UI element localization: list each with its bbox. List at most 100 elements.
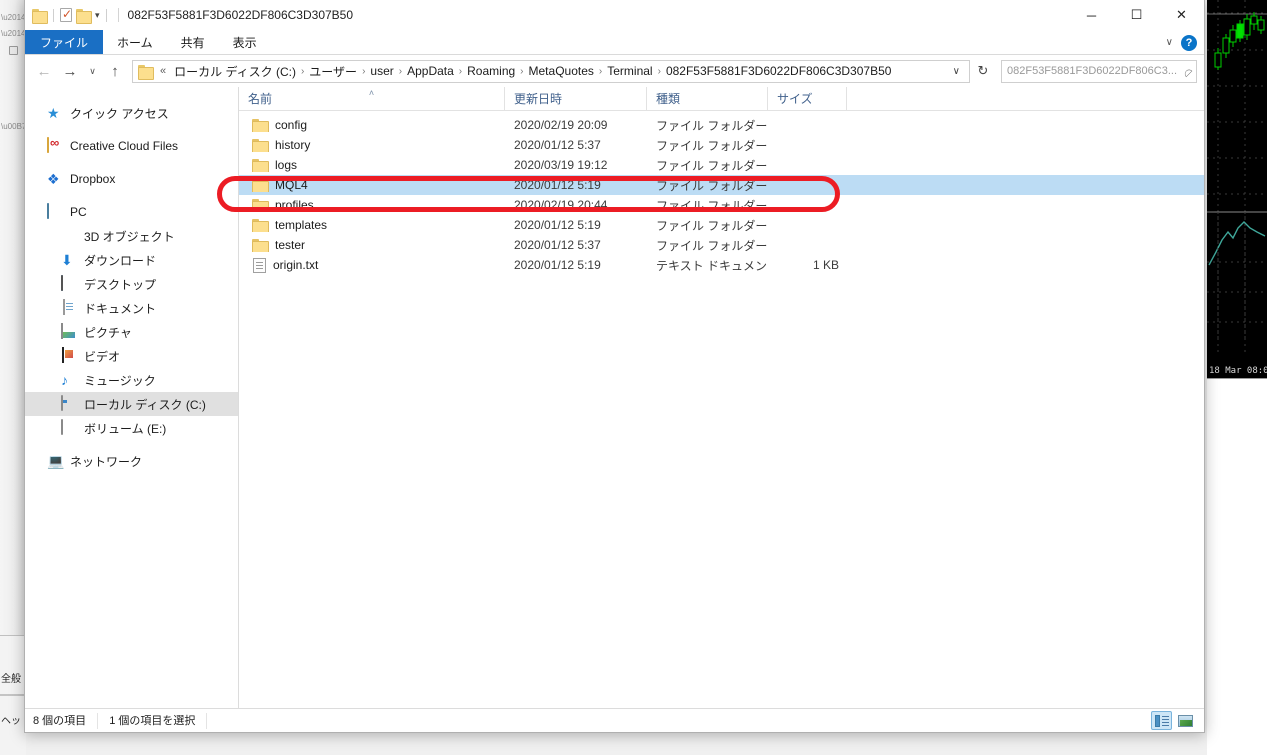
sidebar-item-dropbox[interactable]: ❖ Dropbox [25, 167, 238, 191]
customize-quick-access-caret-icon[interactable]: ▾ [95, 10, 100, 20]
breadcrumb-item-user[interactable]: user [366, 62, 397, 80]
file-type-cell: テキスト ドキュメント [656, 258, 768, 273]
toolbar-divider-2 [105, 8, 107, 22]
column-header-size[interactable]: サイズ [768, 87, 847, 110]
close-button[interactable]: ✕ [1159, 0, 1204, 30]
breadcrumb-folder-icon [138, 64, 154, 80]
column-header-name[interactable]: 名前 ˄ [239, 87, 505, 110]
tab-share[interactable]: 共有 [167, 30, 219, 54]
table-row[interactable]: profiles 2020/02/19 20:44 ファイル フォルダー [239, 195, 1204, 215]
mt-panel-divider [0, 694, 26, 696]
tab-view[interactable]: 表示 [219, 30, 271, 54]
tab-home[interactable]: ホーム [103, 30, 167, 54]
column-header-label: 更新日時 [514, 92, 563, 106]
pc-icon [47, 203, 63, 220]
file-type-cell: ファイル フォルダー [656, 218, 768, 233]
table-row[interactable]: templates 2020/01/12 5:19 ファイル フォルダー [239, 215, 1204, 235]
file-name: profiles [275, 198, 314, 212]
file-name-cell: origin.txt [239, 257, 505, 273]
column-header-date-modified[interactable]: 更新日時 [505, 87, 647, 110]
file-name: tester [275, 238, 306, 252]
text-file-icon [253, 257, 266, 273]
local-disk-icon [61, 395, 77, 412]
file-name-cell: config [239, 118, 505, 132]
sidebar-item-downloads[interactable]: ⬇ ダウンロード [25, 248, 238, 272]
search-box[interactable]: 082F53F5881F3D6022DF806C3... ⌓ [1001, 59, 1197, 83]
sidebar-item-label: デスクトップ [84, 277, 157, 292]
sidebar-item-quick-access[interactable]: ★ クイック アクセス [25, 101, 238, 125]
file-date-cell: 2020/03/19 19:12 [514, 158, 608, 172]
file-rows: config 2020/02/19 20:09 ファイル フォルダー histo… [239, 111, 1204, 708]
folder-icon [252, 218, 269, 232]
sidebar-item-pc[interactable]: PC [25, 200, 238, 224]
table-row-selected[interactable]: MQL4 2020/01/12 5:19 ファイル フォルダー [239, 175, 1204, 195]
table-row[interactable]: origin.txt 2020/01/12 5:19 テキスト ドキュメント 1… [239, 255, 1204, 275]
breadcrumb-overflow[interactable]: « [156, 63, 170, 79]
file-name-cell: tester [239, 238, 505, 252]
tree-branch: \u2014 [1, 13, 26, 22]
chevron-down-icon[interactable]: ∨ [1166, 37, 1173, 48]
folder-icon [252, 118, 269, 132]
sidebar-item-music[interactable]: ♪ ミュージック [25, 368, 238, 392]
up-button[interactable]: ↑ [103, 59, 127, 83]
maximize-button[interactable]: ☐ [1114, 0, 1159, 30]
table-row[interactable]: history 2020/01/12 5:37 ファイル フォルダー [239, 135, 1204, 155]
breadcrumb-item-current[interactable]: 082F53F5881F3D6022DF806C3D307B50 [662, 62, 896, 80]
file-date-cell: 2020/01/12 5:37 [514, 138, 601, 152]
sidebar-item-pictures[interactable]: ピクチャ [25, 320, 238, 344]
table-row[interactable]: logs 2020/03/19 19:12 ファイル フォルダー [239, 155, 1204, 175]
desktop-icon [61, 275, 77, 292]
breadcrumb-item-appdata[interactable]: AppData [403, 62, 458, 80]
help-icon[interactable]: ? [1181, 34, 1197, 51]
file-date-cell: 2020/01/12 5:37 [514, 238, 601, 252]
table-row[interactable]: tester 2020/01/12 5:37 ファイル フォルダー [239, 235, 1204, 255]
breadcrumb-item-users[interactable]: ユーザー [305, 61, 361, 82]
column-header-label: サイズ [777, 92, 813, 106]
large-icons-view-button[interactable] [1175, 711, 1196, 730]
file-type-cell: ファイル フォルダー [656, 238, 768, 253]
documents-icon [61, 299, 77, 316]
forward-button[interactable]: → [58, 59, 82, 83]
minimize-button[interactable]: ─ [1069, 0, 1114, 30]
breadcrumb-item-terminal[interactable]: Terminal [603, 62, 656, 80]
sidebar-item-volume-e[interactable]: ボリューム (E:) [25, 416, 238, 440]
search-input[interactable]: 082F53F5881F3D6022DF806C3... [1007, 65, 1182, 77]
back-button[interactable]: ← [32, 59, 56, 83]
file-name: history [275, 138, 311, 152]
tab-file[interactable]: ファイル [25, 30, 104, 54]
table-row[interactable]: config 2020/02/19 20:09 ファイル フォルダー [239, 115, 1204, 135]
sidebar-item-documents[interactable]: ドキュメント [25, 296, 238, 320]
sidebar-item-desktop[interactable]: デスクトップ [25, 272, 238, 296]
status-bar: 8 個の項目 1 個の項目を選択 [25, 708, 1204, 732]
breadcrumb-dropdown-icon[interactable]: ∨ [946, 66, 967, 77]
folder-icon[interactable] [32, 8, 48, 24]
candlestick-chart-svg [1207, 0, 1267, 355]
sidebar-item-3d-objects[interactable]: 3D オブジェクト [25, 224, 238, 248]
file-date-cell: 2020/01/12 5:19 [514, 258, 601, 272]
refresh-button[interactable]: ↻ [972, 60, 994, 83]
details-view-button[interactable] [1151, 711, 1172, 730]
file-type-cell: ファイル フォルダー [656, 178, 768, 193]
sidebar-item-videos[interactable]: ビデオ [25, 344, 238, 368]
properties-icon[interactable] [60, 7, 72, 22]
breadcrumb-item-metaquotes[interactable]: MetaQuotes [525, 62, 598, 80]
mt-chart-lower-area [1207, 378, 1267, 755]
column-header-label: 名前 [248, 92, 273, 106]
file-name: templates [275, 218, 328, 232]
breadcrumb-item-local-disk[interactable]: ローカル ディスク (C:) [170, 61, 300, 82]
file-date-cell: 2020/01/12 5:19 [514, 178, 601, 192]
breadcrumb-bar[interactable]: « ローカル ディスク (C:) › ユーザー › user › AppData… [132, 59, 970, 83]
sort-ascending-icon: ˄ [368, 88, 375, 98]
file-date-cell: 2020/02/19 20:09 [514, 118, 608, 132]
tree-branch: \u00B7\u00B7 [1, 122, 26, 131]
column-header-type[interactable]: 種類 [647, 87, 768, 110]
recent-locations-button[interactable]: ∨ [84, 59, 101, 83]
breadcrumb-item-roaming[interactable]: Roaming [463, 62, 519, 80]
new-folder-icon[interactable] [76, 8, 92, 24]
sidebar-item-creative-cloud-files[interactable]: Creative Cloud Files [25, 134, 238, 158]
sidebar-item-local-disk-c[interactable]: ローカル ディスク (C:) [25, 392, 238, 416]
sidebar-item-label: クイック アクセス [70, 106, 169, 121]
sidebar-item-network[interactable]: 💻 ネットワーク [25, 449, 238, 473]
file-type-cell: ファイル フォルダー [656, 138, 768, 153]
